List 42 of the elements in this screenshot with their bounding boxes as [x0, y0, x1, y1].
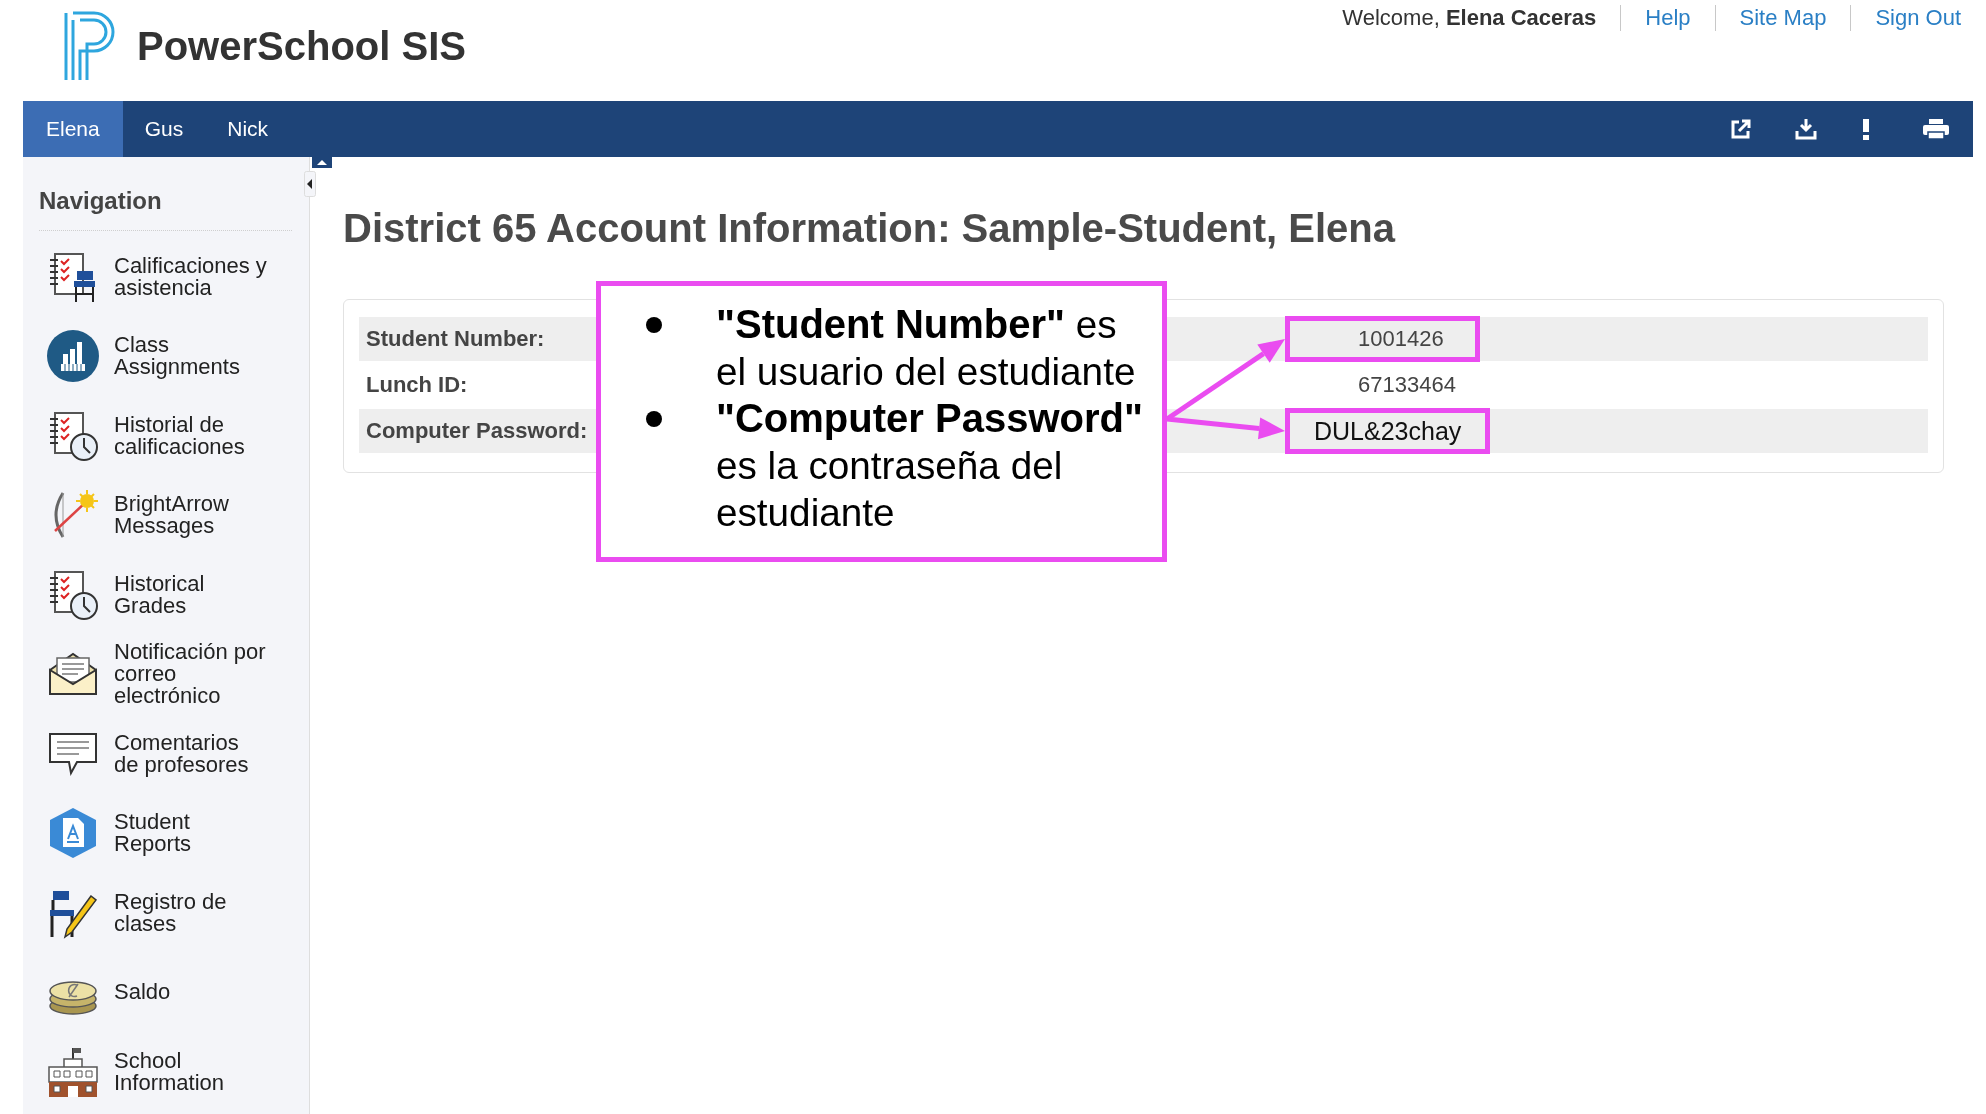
sidebar-heading: Navigation: [38, 186, 163, 216]
field-value: 1001426: [1285, 316, 1480, 362]
field-label: Computer Password:: [366, 418, 588, 443]
printer-icon[interactable]: [1922, 118, 1950, 140]
callout-text: "Student Number" es el usuario del estudiante: [716, 301, 1137, 395]
field-label: Lunch ID:: [366, 372, 468, 397]
download-icon[interactable]: [1795, 118, 1817, 140]
header-link[interactable]: Help: [1620, 5, 1715, 31]
nav-link[interactable]: BrightArrow Messages: [23, 475, 309, 555]
nav-link[interactable]: Notificación por correo electrónico: [23, 634, 309, 714]
nav-link[interactable]: Registro de clases: [23, 873, 309, 953]
notebook-clock-icon: [47, 568, 99, 621]
bar-chart-icon: [47, 330, 99, 383]
page-title: District 65 Account Information: Sample-Student, Elena: [343, 206, 1397, 250]
student-tab[interactable]: Nick: [205, 101, 291, 157]
collapse-left-icon[interactable]: [304, 171, 316, 197]
app-title: PowerSchool SIS: [137, 23, 466, 69]
nav-link[interactable]: Historical Grades: [23, 555, 309, 635]
nav-link[interactable]: Class Assignments: [23, 316, 309, 396]
nav-link[interactable]: Comentarios de profesores: [23, 714, 309, 794]
alert-icon[interactable]: [1862, 118, 1870, 140]
bullet-icon: [646, 316, 662, 333]
school-building-icon: [47, 1045, 99, 1098]
nav-link[interactable]: Saldo: [23, 952, 309, 1032]
student-tab[interactable]: Gus: [122, 101, 206, 157]
header-link[interactable]: Sign Out: [1850, 5, 1961, 31]
student-tab[interactable]: Elena: [23, 101, 123, 157]
field-value: 67133464: [1357, 371, 1456, 399]
nav-link[interactable]: Calificaciones y asistencia: [23, 237, 309, 317]
notebook-clock-icon: [47, 409, 99, 462]
external-link-icon[interactable]: [1730, 118, 1752, 140]
nav-link[interactable]: School Information: [23, 1032, 309, 1112]
callout-text: "Computer Password" es la contraseña del estudiante: [716, 395, 1144, 536]
bullet-icon: [646, 410, 662, 427]
collapse-up-icon[interactable]: [312, 157, 332, 168]
nav-link[interactable]: Student Reports: [23, 793, 309, 873]
document-hexagon-icon: [47, 807, 99, 860]
nav-link[interactable]: Historial de calificaciones: [23, 396, 309, 476]
header-link[interactable]: Site Map: [1714, 5, 1851, 31]
field-label: Student Number:: [366, 326, 545, 351]
welcome-text: Welcome, Elena Caceras: [1342, 5, 1598, 31]
field-value: DUL&23chay: [1285, 408, 1491, 454]
